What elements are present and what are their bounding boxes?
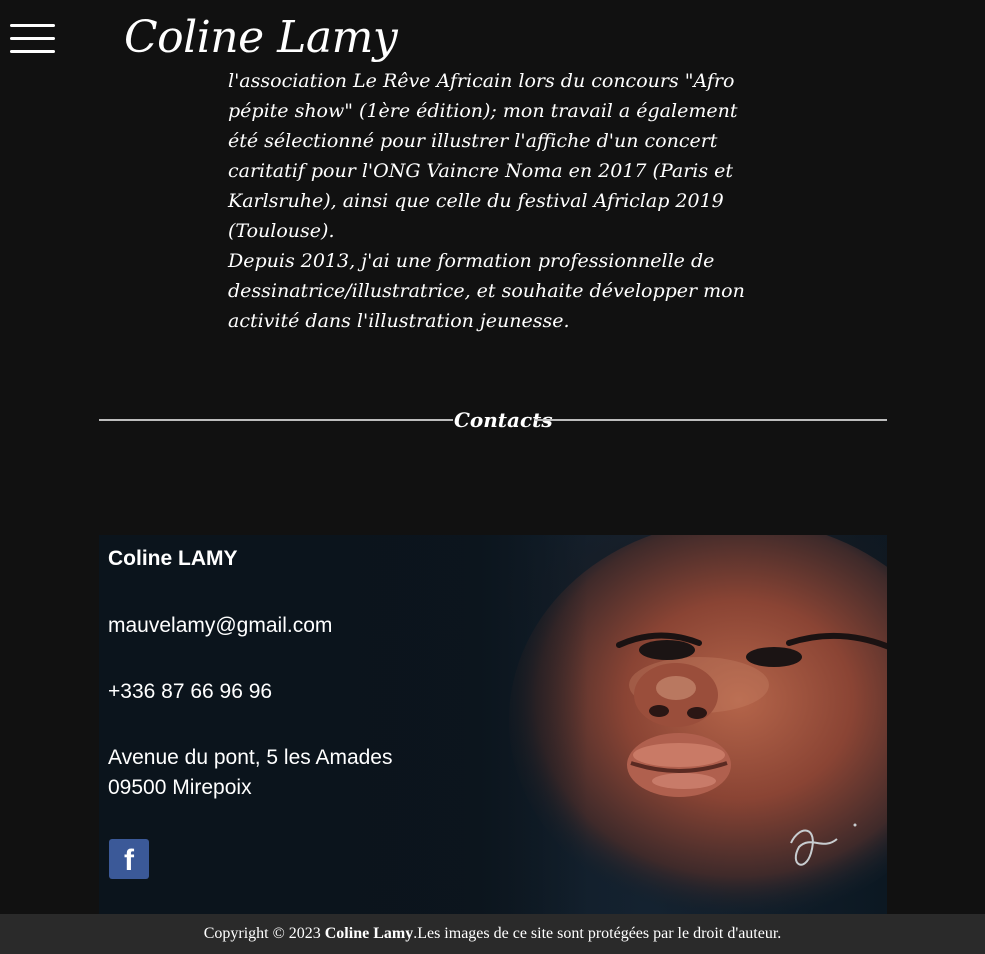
contact-email[interactable]: mauvelamy@gmail.com xyxy=(108,611,392,641)
copyright-notice: .Les images de ce site sont protégées pa… xyxy=(413,925,782,942)
contact-card: Coline LAMY mauvelamy@gmail.com +336 87 … xyxy=(99,535,887,914)
contact-phone[interactable]: +336 87 66 96 96 xyxy=(108,677,392,707)
contact-address-city: 09500 Mirepoix xyxy=(108,776,252,799)
contact-details: Coline LAMY mauvelamy@gmail.com +336 87 … xyxy=(108,545,392,803)
site-logo[interactable]: Coline Lamy xyxy=(124,8,398,68)
contact-name: Coline LAMY xyxy=(108,547,238,570)
bio-paragraph: l'association Le Rêve Africain lors du c… xyxy=(228,70,738,242)
facebook-icon[interactable]: f xyxy=(109,839,149,879)
menu-icon[interactable] xyxy=(10,23,55,55)
biography-text: l'association Le Rêve Africain lors du c… xyxy=(228,66,768,336)
contacts-title: Contacts xyxy=(454,408,553,432)
contact-address-street: Avenue du pont, 5 les Amades xyxy=(108,746,393,769)
copyright-name: Coline Lamy xyxy=(324,925,414,942)
copyright-prefix: Copyright © 2023 xyxy=(203,925,325,942)
site-header: Coline Lamy xyxy=(0,0,985,72)
menu-icon-bar xyxy=(10,24,55,27)
contacts-heading: Contacts xyxy=(99,404,887,436)
site-footer: Copyright © 2023 Coline Lamy.Les images … xyxy=(0,914,985,954)
divider xyxy=(99,419,453,421)
facebook-glyph: f xyxy=(124,844,134,877)
page: Coline Lamy l'association Le Rêve Africa… xyxy=(0,0,985,954)
menu-icon-bar xyxy=(10,37,55,40)
bio-paragraph: Depuis 2013, j'ai une formation professi… xyxy=(228,250,745,332)
divider xyxy=(535,419,887,421)
menu-icon-bar xyxy=(10,50,55,53)
